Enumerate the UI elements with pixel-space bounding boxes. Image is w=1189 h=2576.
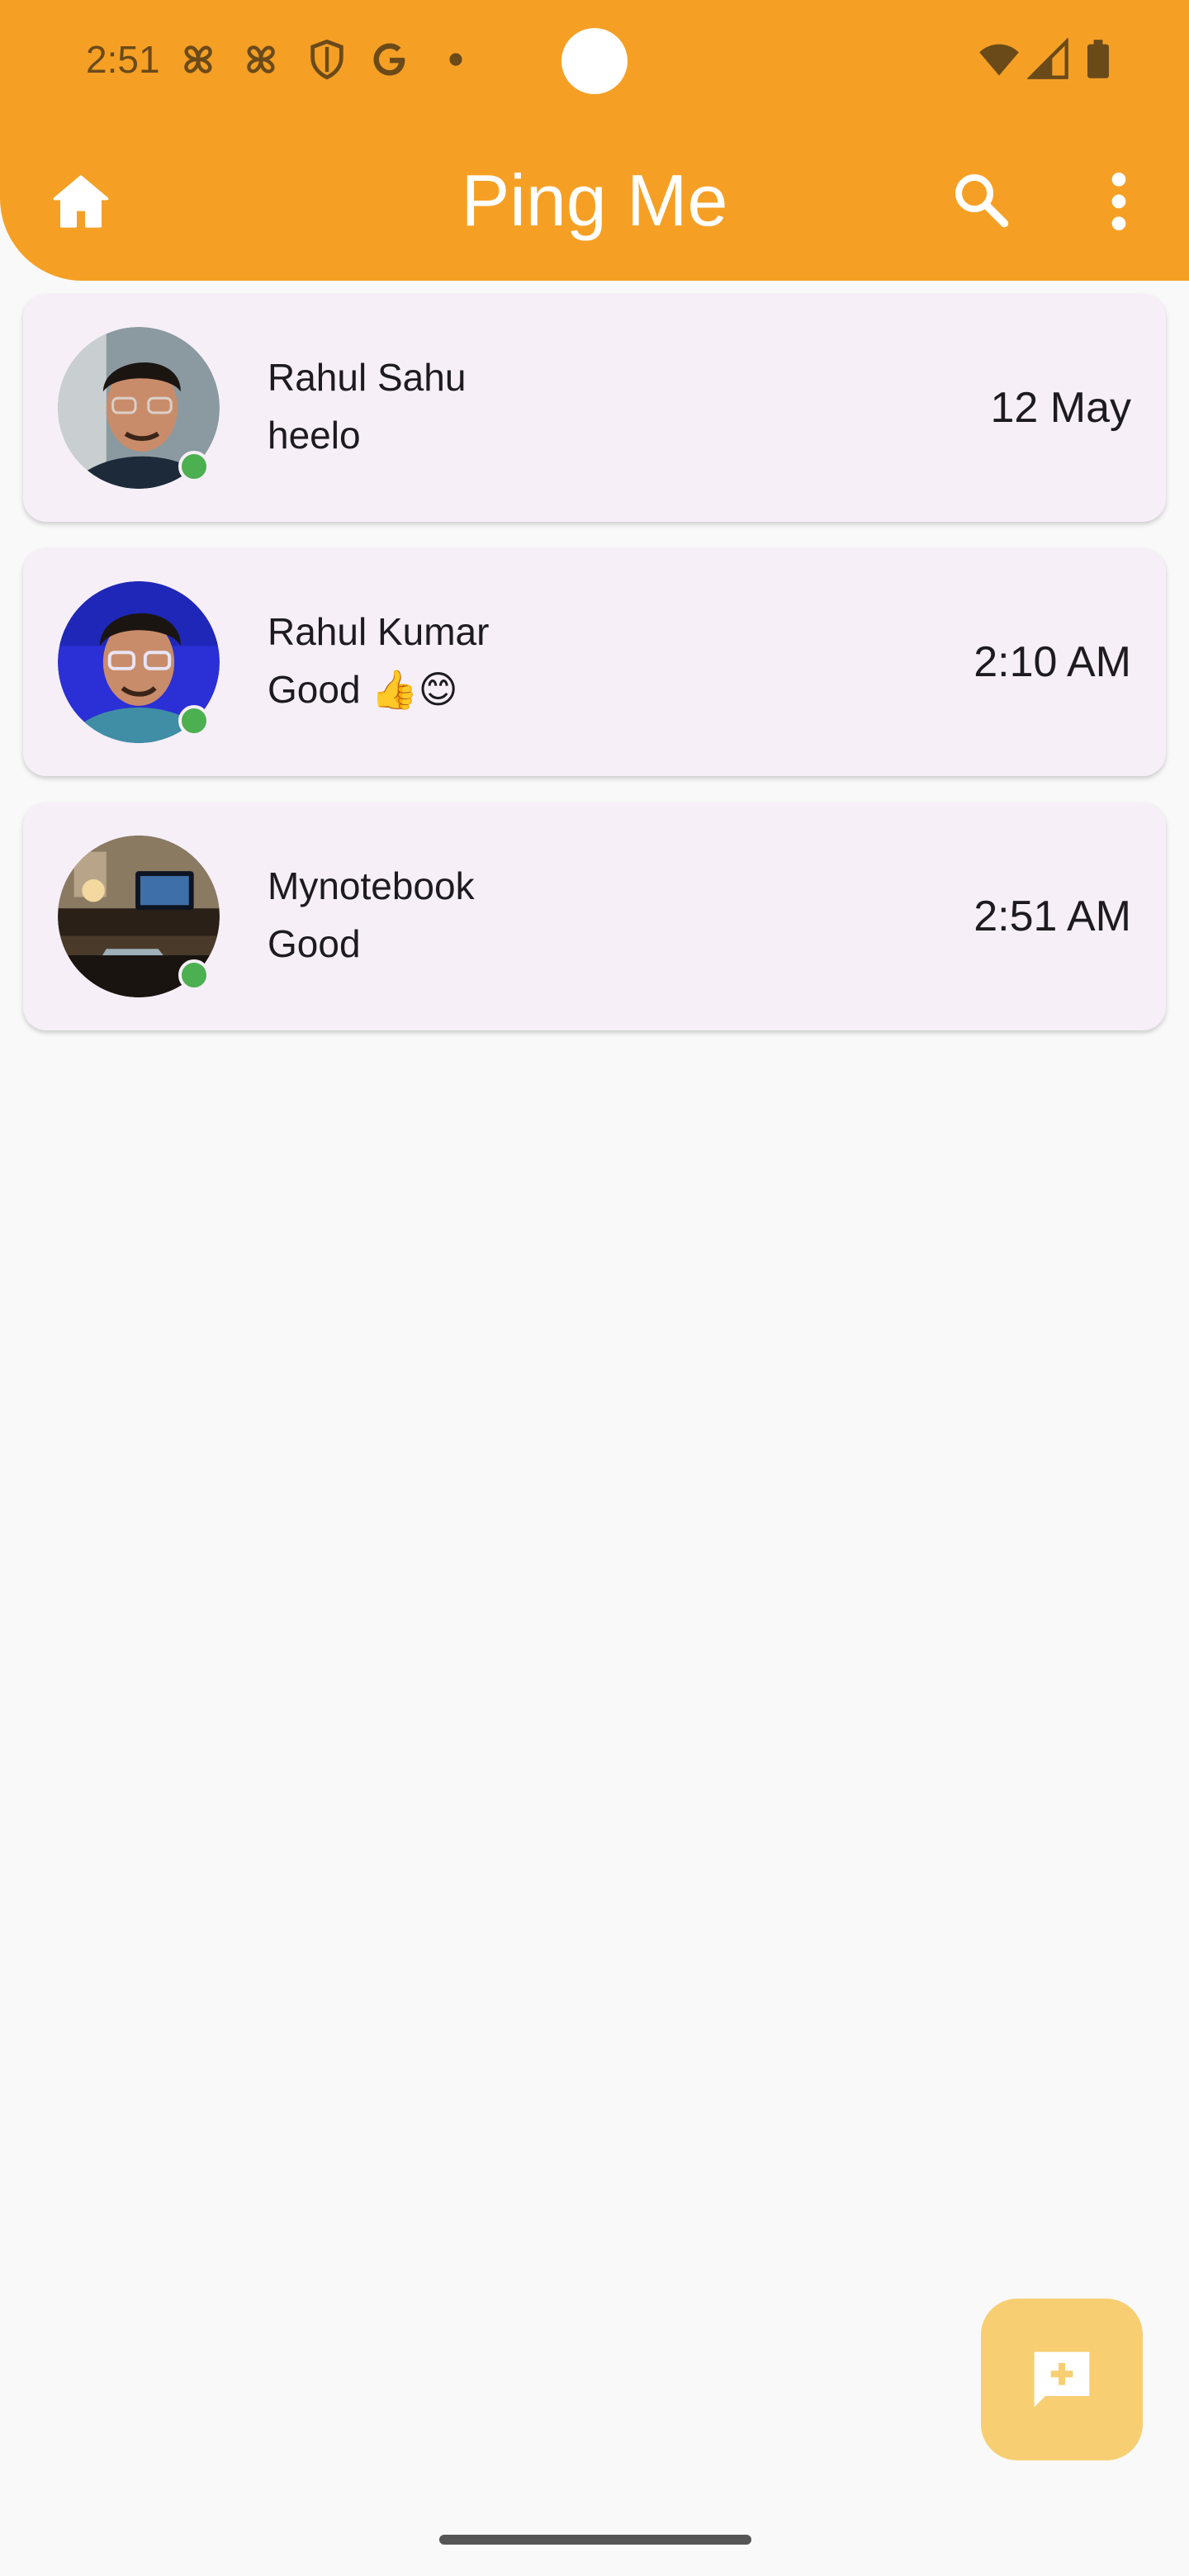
avatar-container[interactable] <box>58 836 220 997</box>
online-status-dot <box>178 959 210 991</box>
search-icon[interactable] <box>950 168 1012 231</box>
chat-item[interactable]: Mynotebook Good 2:51 AM <box>23 803 1166 1030</box>
avatar-container[interactable] <box>58 327 220 489</box>
pinwheel-icon <box>247 45 275 73</box>
camera-cutout <box>561 28 628 94</box>
new-chat-button[interactable] <box>981 2299 1143 2460</box>
add-comment-icon <box>1034 2351 1090 2408</box>
wifi-icon <box>979 44 1019 76</box>
shield-icon <box>310 39 343 80</box>
chat-item[interactable]: Rahul Sahu heelo 12 May <box>23 294 1166 522</box>
avatar-container[interactable] <box>58 581 220 743</box>
app-bar: 2:51 Ping Me <box>0 0 1189 281</box>
gesture-navigation-bar[interactable] <box>439 2535 751 2545</box>
chat-time: 2:10 AM <box>973 638 1131 686</box>
chat-name: Mynotebook <box>268 864 475 907</box>
more-vert-icon[interactable] <box>1098 168 1139 234</box>
dot-icon <box>449 53 462 66</box>
status-time: 2:51 <box>86 38 160 81</box>
chat-last-message: Good 👍😊 <box>268 668 458 711</box>
chat-time: 2:51 AM <box>973 893 1131 940</box>
online-status-dot <box>178 451 210 482</box>
chat-list: Rahul Sahu heelo 12 May Rahul Kumar Good… <box>23 294 1166 1057</box>
pinwheel-icon <box>184 45 212 73</box>
google-icon <box>373 43 405 76</box>
signal-icon <box>1027 38 1068 79</box>
chat-time: 12 May <box>990 384 1131 432</box>
battery-icon <box>1087 40 1109 78</box>
chat-item[interactable]: Rahul Kumar Good 👍😊 2:10 AM <box>23 548 1166 776</box>
status-bar: 2:51 <box>0 0 1189 122</box>
online-status-dot <box>178 705 210 736</box>
toolbar: Ping Me <box>0 122 1189 281</box>
chat-name: Rahul Sahu <box>268 356 467 399</box>
chat-name: Rahul Kumar <box>268 610 490 653</box>
chat-last-message: heelo <box>268 414 361 457</box>
chat-last-message: Good <box>268 922 361 965</box>
